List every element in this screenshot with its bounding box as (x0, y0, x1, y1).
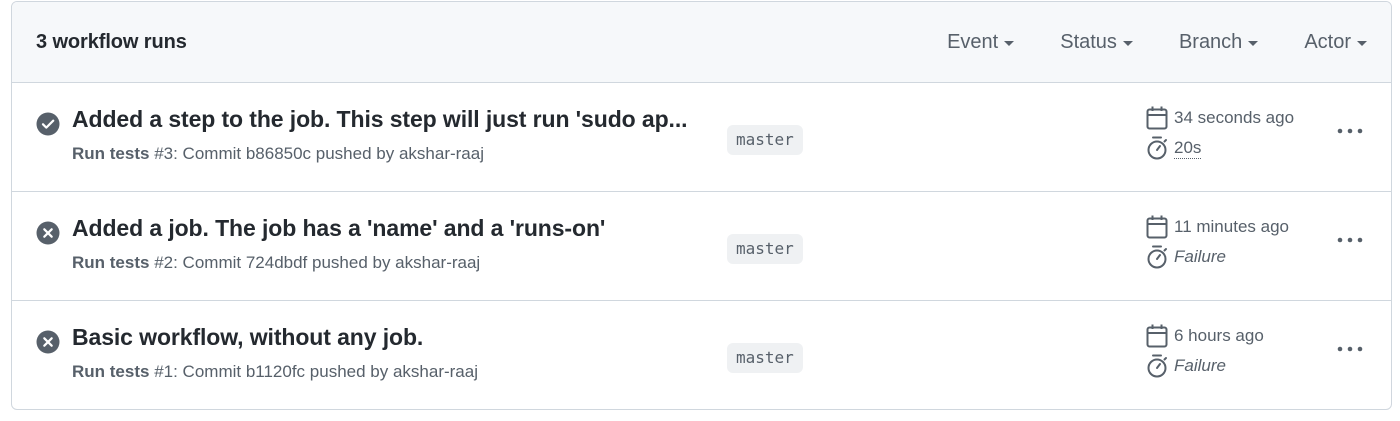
workflow-name: Run tests (72, 362, 150, 381)
run-duration: Failure (1146, 245, 1226, 269)
run-duration-value: Failure (1174, 356, 1226, 375)
run-duration: 20s (1146, 136, 1202, 160)
run-options-button[interactable] (1334, 228, 1366, 252)
run-time-ago: 34 seconds ago (1174, 108, 1295, 127)
run-duration: Failure (1146, 354, 1226, 378)
run-timestamp: 34 seconds ago (1146, 106, 1294, 130)
run-timestamp: 6 hours ago (1146, 324, 1264, 348)
chevron-down-icon (1004, 40, 1015, 46)
run-commit-info: #2: Commit 724dbdf pushed by akshar-raaj (149, 253, 481, 272)
x-circle-fill-icon (36, 330, 60, 354)
kebab-horizontal-icon (1337, 237, 1363, 243)
run-duration-value: 20s (1174, 137, 1202, 159)
run-time-ago: 11 minutes ago (1174, 217, 1289, 236)
branch-label[interactable]: master (727, 125, 803, 155)
run-timestamp: 11 minutes ago (1146, 215, 1289, 239)
event-filter-label: Event (947, 30, 999, 53)
chevron-down-icon (1122, 40, 1133, 46)
actor-filter-label: Actor (1304, 30, 1351, 53)
actor-filter-dropdown[interactable]: Actor (1304, 31, 1367, 54)
workflow-name: Run tests (72, 253, 150, 272)
run-meta: Run tests #1: Commit b1120fc pushed by a… (72, 362, 478, 382)
branch-label[interactable]: master (727, 343, 803, 373)
branch-label[interactable]: master (727, 234, 803, 264)
event-filter-dropdown[interactable]: Event (947, 30, 1015, 54)
status-filter-label: Status (1060, 30, 1117, 53)
x-circle-fill-icon (36, 221, 60, 245)
run-duration-value: Failure (1174, 247, 1226, 266)
run-options-button[interactable] (1334, 119, 1366, 143)
chevron-down-icon (1357, 40, 1367, 46)
calendar-icon (1146, 215, 1168, 239)
run-options-button[interactable] (1334, 337, 1366, 361)
run-title-link[interactable]: Added a step to the job. This step will … (72, 106, 688, 133)
workflow-run-count: 3 workflow runs (36, 30, 187, 53)
stopwatch-icon (1147, 354, 1167, 378)
status-filter-dropdown[interactable]: Status (1060, 31, 1133, 54)
run-commit-info: #1: Commit b1120fc pushed by akshar-raaj (149, 362, 478, 381)
calendar-icon (1146, 324, 1168, 348)
check-circle-fill-icon (36, 112, 60, 136)
run-meta: Run tests #3: Commit b86850c pushed by a… (72, 144, 484, 164)
workflow-run-row[interactable]: Basic workflow, without any job. Run tes… (12, 301, 1391, 409)
branch-filter-label: Branch (1178, 30, 1243, 53)
stopwatch-icon (1147, 136, 1167, 160)
kebab-horizontal-icon (1337, 128, 1363, 134)
workflow-runs-box: 3 workflow runs Event Status Branch Acto… (11, 1, 1392, 410)
run-meta: Run tests #2: Commit 724dbdf pushed by a… (72, 253, 480, 273)
kebab-horizontal-icon (1337, 346, 1363, 352)
workflow-name: Run tests (72, 144, 150, 163)
run-time-ago: 6 hours ago (1174, 326, 1264, 345)
stopwatch-icon (1147, 245, 1167, 269)
run-title-link[interactable]: Basic workflow, without any job. (72, 324, 423, 351)
workflow-run-row[interactable]: Added a job. The job has a 'name' and a … (12, 192, 1391, 301)
run-commit-info: #3: Commit b86850c pushed by akshar-raaj (149, 144, 484, 163)
workflow-run-row[interactable]: Added a step to the job. This step will … (12, 83, 1391, 192)
run-title-link[interactable]: Added a job. The job has a 'name' and a … (72, 215, 605, 242)
filter-bar: Event Status Branch Actor (947, 31, 1367, 54)
chevron-down-icon (1248, 40, 1259, 46)
branch-filter-dropdown[interactable]: Branch (1178, 30, 1259, 54)
workflow-runs-header: 3 workflow runs Event Status Branch Acto… (12, 2, 1391, 83)
calendar-icon (1146, 106, 1168, 130)
